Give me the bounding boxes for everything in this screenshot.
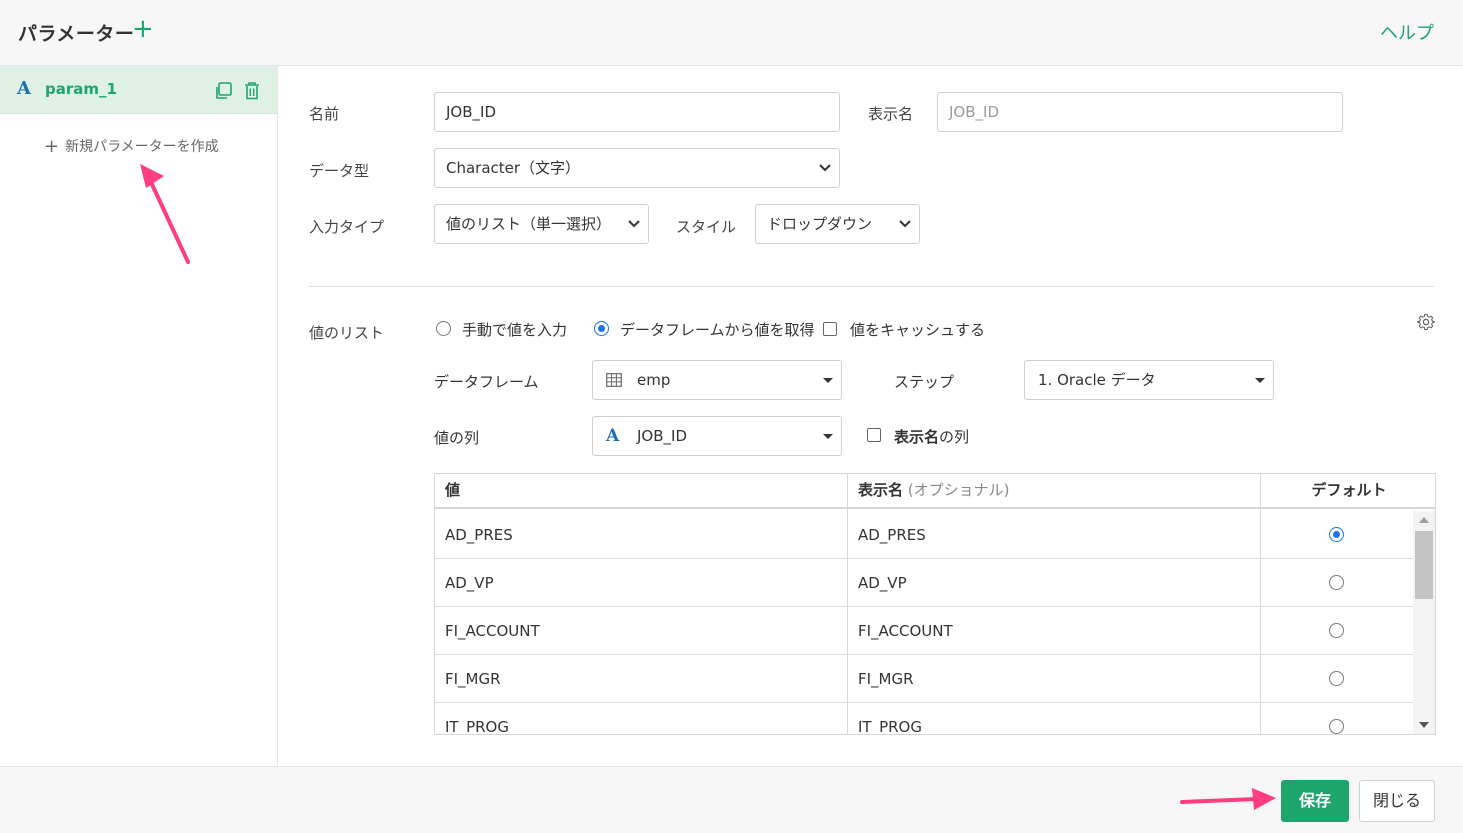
data-type-value: Character（文字） bbox=[446, 159, 581, 177]
table-row[interactable]: FI_ACCOUNT FI_ACCOUNT bbox=[435, 607, 1413, 655]
default-radio[interactable] bbox=[1329, 575, 1344, 590]
scroll-down-arrow-icon[interactable] bbox=[1419, 722, 1429, 728]
data-type-label: データ型 bbox=[309, 162, 370, 180]
cell-value[interactable]: IT_PROG bbox=[435, 703, 509, 734]
style-select[interactable]: ドロップダウン bbox=[755, 204, 920, 244]
caret-down-icon bbox=[1255, 378, 1265, 383]
section-divider bbox=[308, 286, 1434, 287]
style-value: ドロップダウン bbox=[767, 215, 873, 233]
parameter-name-label: param_1 bbox=[45, 80, 117, 98]
cell-value[interactable]: FI_MGR bbox=[435, 655, 501, 703]
parameter-editor: 名前 JOB_ID 表示名 JOB_ID データ型 Character（文字） … bbox=[278, 66, 1463, 766]
default-radio[interactable] bbox=[1329, 527, 1344, 542]
name-input[interactable]: JOB_ID bbox=[434, 92, 840, 132]
display-name-column-rest: の列 bbox=[939, 428, 970, 446]
display-name-column-bold: 表示名 bbox=[894, 428, 940, 446]
input-type-select[interactable]: 値のリスト（単一選択） bbox=[434, 204, 649, 244]
dataframe-option-label: データフレームから値を取得 bbox=[620, 321, 815, 339]
display-name-input[interactable]: JOB_ID bbox=[937, 92, 1343, 132]
step-select[interactable]: 1. Oracle データ bbox=[1024, 360, 1274, 400]
name-label: 名前 bbox=[309, 105, 340, 123]
table-row[interactable]: FI_MGR FI_MGR bbox=[435, 655, 1413, 703]
save-button[interactable]: 保存 bbox=[1281, 780, 1349, 822]
dialog-footer: 保存 閉じる bbox=[0, 766, 1463, 833]
default-radio[interactable] bbox=[1329, 623, 1344, 638]
scrollbar-thumb[interactable] bbox=[1415, 531, 1433, 599]
new-parameter-link[interactable]: + 新規パラメーターを作成 bbox=[44, 136, 219, 157]
scroll-up-arrow-icon[interactable] bbox=[1419, 517, 1429, 523]
table-scrollbar[interactable] bbox=[1413, 511, 1435, 734]
character-type-icon: A bbox=[17, 78, 31, 99]
table-row[interactable]: AD_PRES AD_PRES bbox=[435, 511, 1413, 559]
input-type-label: 入力タイプ bbox=[309, 218, 385, 236]
step-value: 1. Oracle データ bbox=[1038, 371, 1156, 389]
caret-down-icon bbox=[823, 434, 833, 439]
dataframe-value: emp bbox=[637, 371, 671, 389]
dataframe-radio[interactable] bbox=[594, 321, 609, 336]
cache-values-checkbox[interactable] bbox=[823, 322, 837, 336]
cell-display-name[interactable]: AD_PRES bbox=[848, 511, 926, 559]
trash-icon[interactable] bbox=[244, 81, 260, 100]
chevron-down-icon bbox=[819, 164, 831, 172]
cell-display-name[interactable]: FI_MGR bbox=[848, 655, 914, 703]
cell-display-name[interactable]: IT_PROG bbox=[848, 703, 922, 734]
value-list-label: 値のリスト bbox=[309, 324, 385, 342]
add-parameter-icon[interactable]: + bbox=[132, 14, 154, 44]
display-name-column-label: 表示名の列 bbox=[894, 426, 969, 447]
values-table: 値 表示名 (オプショナル) デフォルト AD_PRES AD_PRES AD_… bbox=[434, 473, 1436, 735]
dialog-title: パラメーター bbox=[18, 23, 135, 45]
gear-icon[interactable] bbox=[1417, 313, 1435, 331]
plus-icon: + bbox=[44, 136, 60, 157]
character-type-icon: A bbox=[606, 426, 620, 446]
manual-entry-radio[interactable] bbox=[436, 321, 451, 336]
table-row[interactable]: IT_PROG IT_PROG bbox=[435, 703, 1413, 734]
sidebar-item-param[interactable]: A param_1 bbox=[0, 66, 277, 114]
default-radio[interactable] bbox=[1329, 719, 1344, 734]
step-label: ステップ bbox=[894, 373, 955, 391]
display-name-label: 表示名 bbox=[868, 105, 914, 123]
caret-down-icon bbox=[823, 378, 833, 383]
cell-display-name[interactable]: AD_VP bbox=[848, 559, 907, 607]
default-radio[interactable] bbox=[1329, 671, 1344, 686]
column-header-optional: (オプショナル) bbox=[903, 481, 1010, 499]
column-header-value: 値 bbox=[445, 481, 461, 499]
dataframe-select[interactable]: emp bbox=[592, 360, 842, 400]
display-name-column-checkbox[interactable] bbox=[867, 428, 881, 442]
cache-values-label: 値をキャッシュする bbox=[850, 321, 986, 339]
column-header-default: デフォルト bbox=[1311, 481, 1387, 499]
table-header: 値 表示名 (オプショナル) デフォルト bbox=[435, 474, 1435, 509]
cell-value[interactable]: AD_PRES bbox=[435, 511, 513, 559]
column-header-display-name: 表示名 (オプショナル) bbox=[848, 474, 1260, 507]
chevron-down-icon bbox=[899, 220, 911, 228]
cell-value[interactable]: FI_ACCOUNT bbox=[435, 607, 540, 655]
table-row[interactable]: AD_VP AD_VP bbox=[435, 559, 1413, 607]
value-column-select[interactable]: A JOB_ID bbox=[592, 416, 842, 456]
cell-display-name[interactable]: FI_ACCOUNT bbox=[848, 607, 953, 655]
column-header-display-text: 表示名 bbox=[858, 481, 904, 499]
dataframe-label: データフレーム bbox=[434, 373, 539, 391]
input-type-value: 値のリスト（単一選択） bbox=[446, 215, 612, 233]
style-label: スタイル bbox=[676, 218, 737, 236]
copy-icon[interactable] bbox=[214, 82, 232, 100]
new-parameter-label: 新規パラメーターを作成 bbox=[65, 139, 219, 155]
help-link[interactable]: ヘルプ bbox=[1380, 19, 1434, 45]
data-type-select[interactable]: Character（文字） bbox=[434, 148, 840, 188]
chevron-down-icon bbox=[628, 220, 640, 228]
close-button[interactable]: 閉じる bbox=[1359, 780, 1435, 822]
cell-value[interactable]: AD_VP bbox=[435, 559, 494, 607]
value-column-value: JOB_ID bbox=[637, 427, 687, 445]
manual-entry-label: 手動で値を入力 bbox=[462, 321, 568, 339]
table-icon bbox=[606, 373, 622, 387]
value-column-label: 値の列 bbox=[434, 429, 480, 447]
dialog-header: パラメーター + ヘルプ bbox=[0, 0, 1463, 66]
parameter-sidebar: A param_1 + 新規パラメーターを作成 bbox=[0, 66, 278, 766]
